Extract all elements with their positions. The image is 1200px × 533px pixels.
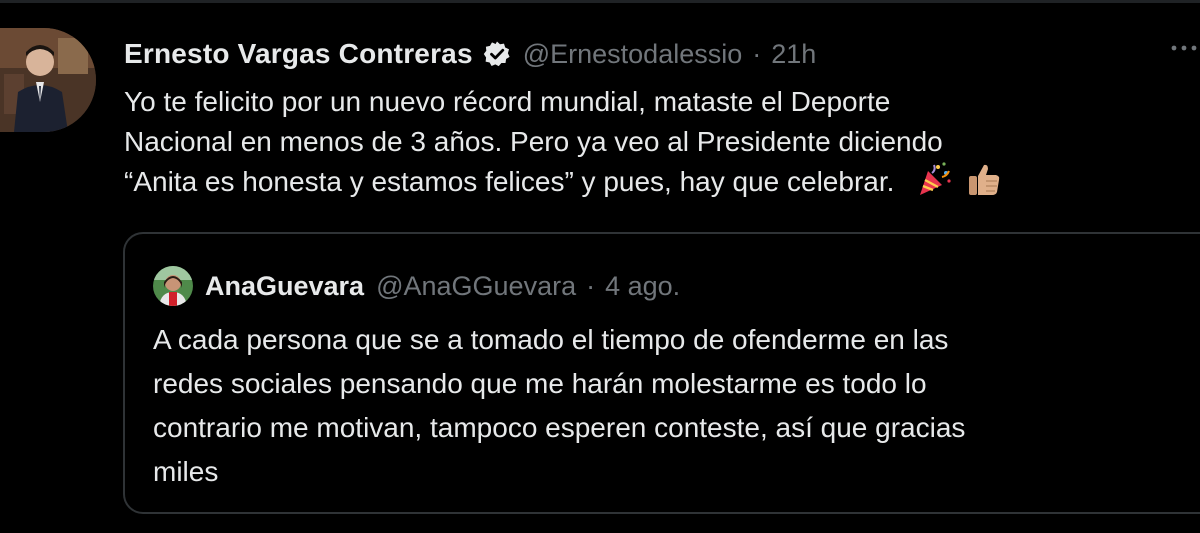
- tweet-timestamp[interactable]: 21h: [771, 39, 816, 70]
- quoted-text-line: A cada persona que se a tomado el tiempo…: [153, 324, 949, 355]
- tweet-text-line: Yo te felicito por un nuevo récord mundi…: [124, 86, 891, 117]
- more-horizontal-icon[interactable]: [1168, 38, 1200, 58]
- author-handle[interactable]: @Ernestodalessio: [523, 39, 743, 70]
- quoted-author-display-name[interactable]: AnaGuevara: [205, 271, 364, 302]
- tweet-text-line: Nacional en menos de 3 años. Pero ya veo…: [124, 125, 943, 157]
- quoted-author-avatar[interactable]: [153, 266, 193, 306]
- tweet-body: Yo te felicito por un nuevo récord mundi…: [124, 82, 1194, 202]
- verified-badge-icon: [483, 40, 511, 68]
- tweet-text-line-with-emojis: “Anita es honesta y estamos felices” y p…: [124, 161, 1194, 202]
- quoted-text-line: redes sociales pensando que me harán mol…: [153, 368, 927, 399]
- thumbs-up-icon: [966, 161, 1002, 197]
- quoted-tweet-header: AnaGuevara @AnaGGuevara · 4 ago.: [153, 266, 680, 306]
- top-divider: [0, 0, 1200, 3]
- tweet-text-line: “Anita es honesta y estamos felices” y p…: [124, 166, 895, 197]
- separator-dot: ·: [586, 270, 596, 301]
- author-display-name[interactable]: Ernesto Vargas Contreras: [124, 38, 473, 70]
- quoted-text-line: contrario me motivan, tampoco esperen co…: [153, 412, 966, 443]
- quoted-tweet-body: A cada persona que se a tomado el tiempo…: [153, 318, 1173, 494]
- party-popper-icon: [916, 161, 952, 197]
- separator-dot: ·: [752, 38, 762, 69]
- tweet-header: Ernesto Vargas Contreras @Ernestodalessi…: [124, 32, 816, 76]
- quoted-text-line: miles: [153, 456, 219, 487]
- quoted-author-handle[interactable]: @AnaGGuevara: [376, 271, 576, 302]
- author-avatar[interactable]: [0, 28, 96, 132]
- quoted-tweet-timestamp[interactable]: 4 ago.: [605, 271, 680, 302]
- quoted-tweet-card[interactable]: AnaGuevara @AnaGGuevara · 4 ago. A cada …: [123, 232, 1200, 514]
